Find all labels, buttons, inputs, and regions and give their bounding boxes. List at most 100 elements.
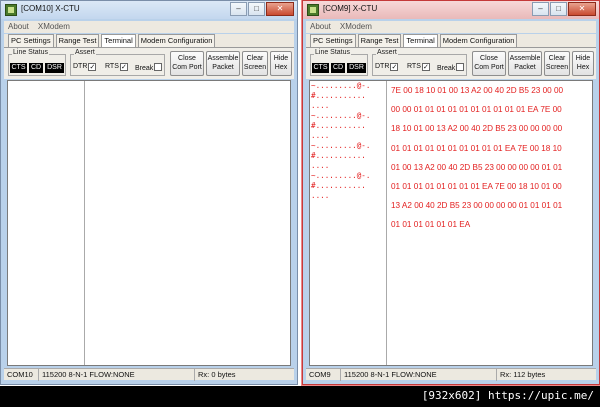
desktop: [COM10] X-CTU – □ ✕ About XModem PC Sett… <box>0 0 600 407</box>
break-box <box>456 63 465 71</box>
menu-bar: About XModem <box>306 21 596 33</box>
cd-indicator: CD <box>29 63 43 73</box>
xctu-window-com10: [COM10] X-CTU – □ ✕ About XModem PC Sett… <box>0 0 298 385</box>
tab-modem-configuration[interactable]: Modem Configuration <box>137 34 216 47</box>
xctu-window-com9: [COM9] X-CTU – □ ✕ About XModem PC Setti… <box>302 0 600 385</box>
assert-label: Assert <box>74 49 96 56</box>
menu-xmodem[interactable]: XModem <box>38 21 70 33</box>
rts-checkbox[interactable]: RTS ✓ <box>407 63 430 71</box>
status-bar: COM10 115200 8-N-1 FLOW:NONE Rx: 0 bytes <box>4 368 296 381</box>
ascii-line: #........... <box>311 181 366 190</box>
tab-pc-settings[interactable]: PC Settings <box>8 34 54 47</box>
dsr-indicator: DSR <box>45 63 64 73</box>
terminal-area[interactable] <box>7 80 291 366</box>
cts-indicator: CTS <box>10 63 27 73</box>
maximize-button[interactable]: □ <box>550 2 567 16</box>
dtr-label: DTR <box>375 63 390 70</box>
assemble-packet-button[interactable]: Assemble Packet <box>206 51 240 76</box>
maximize-button[interactable]: □ <box>248 2 265 16</box>
break-checkbox[interactable]: Break <box>135 63 163 72</box>
title-bar[interactable]: [COM10] X-CTU – □ ✕ <box>1 1 297 19</box>
ascii-line: #........... <box>311 151 366 160</box>
line-status-group: Line Status CTS CD DSR <box>310 49 368 76</box>
close-button[interactable]: ✕ <box>266 2 294 16</box>
rts-check-icon: ✓ <box>421 63 430 71</box>
dtr-check-icon: ✓ <box>88 63 97 71</box>
tab-range-test[interactable]: Range Test <box>55 34 100 47</box>
rts-label: RTS <box>105 63 119 70</box>
ascii-line: .... <box>311 101 330 110</box>
image-caption-bar: [932x602] https://upic.me/ <box>0 386 600 407</box>
break-label: Break <box>437 65 456 72</box>
status-settings: 115200 8-N-1 FLOW:NONE <box>38 369 194 381</box>
xctu-app-icon <box>307 4 319 16</box>
hex-line: 01 00 13 A2 00 40 2D B5 23 00 00 00 00 0… <box>391 162 563 172</box>
minimize-button[interactable]: – <box>230 2 247 16</box>
assert-group: Assert DTR ✓ RTS ✓ Break <box>70 49 165 76</box>
assert-label: Assert <box>376 49 398 56</box>
menu-about[interactable]: About <box>8 21 29 33</box>
cd-indicator: CD <box>331 63 345 73</box>
close-com-port-button[interactable]: Close Com Port <box>472 51 506 76</box>
window-title: [COM9] X-CTU <box>323 4 378 13</box>
close-button[interactable]: ✕ <box>568 2 596 16</box>
hide-hex-button[interactable]: Hide Hex <box>270 51 292 76</box>
dtr-checkbox[interactable]: DTR ✓ <box>375 63 399 71</box>
status-rx: Rx: 112 bytes <box>496 369 598 381</box>
break-label: Break <box>135 65 154 72</box>
hex-line: 01 01 01 01 01 01 EA <box>391 220 471 230</box>
caption-buttons: – □ ✕ <box>230 2 294 16</box>
assert-group: Assert DTR ✓ RTS ✓ Break <box>372 49 467 76</box>
dtr-label: DTR <box>73 63 88 70</box>
close-com-port-button[interactable]: Close Com Port <box>170 51 204 76</box>
ascii-pane[interactable] <box>8 81 85 365</box>
break-checkbox[interactable]: Break <box>437 63 465 72</box>
terminal-area[interactable]: ~.........@-. #........... .... ~.......… <box>309 80 593 366</box>
caption-buttons: – □ ✕ <box>532 2 596 16</box>
menu-about[interactable]: About <box>310 21 331 33</box>
hide-hex-button[interactable]: Hide Hex <box>572 51 594 76</box>
dtr-check-icon: ✓ <box>390 63 399 71</box>
ascii-pane[interactable]: ~.........@-. #........... .... ~.......… <box>310 81 387 365</box>
ascii-line: ~.........@-. <box>311 171 371 180</box>
hex-line: 7E 00 18 10 01 00 13 A2 00 40 2D B5 23 0… <box>391 86 564 95</box>
terminal-toolbar: Line Status CTS CD DSR Assert DTR ✓ RTS ✓ … <box>4 47 294 79</box>
tab-terminal[interactable]: Terminal <box>403 34 438 47</box>
rts-checkbox[interactable]: RTS ✓ <box>105 63 128 71</box>
ascii-line: .... <box>311 191 330 200</box>
xctu-app-icon <box>5 4 17 16</box>
title-bar[interactable]: [COM9] X-CTU – □ ✕ <box>303 1 599 19</box>
cts-indicator: CTS <box>312 63 329 73</box>
clear-screen-button[interactable]: Clear Screen <box>242 51 268 76</box>
hex-line: 18 10 01 00 13 A2 00 40 2D B5 23 00 00 0… <box>391 124 563 134</box>
tab-range-test[interactable]: Range Test <box>357 34 402 47</box>
window-title: [COM10] X-CTU <box>21 4 80 13</box>
hex-pane[interactable]: 7E 00 18 10 01 00 13 A2 00 40 2D B5 23 0… <box>389 81 592 365</box>
tab-pc-settings[interactable]: PC Settings <box>310 34 356 47</box>
dtr-checkbox[interactable]: DTR ✓ <box>73 63 97 71</box>
hex-line: 00 00 01 01 01 01 01 01 01 01 01 01 EA 7… <box>391 105 562 115</box>
status-settings: 115200 8-N-1 FLOW:NONE <box>340 369 496 381</box>
image-caption: [932x602] https://upic.me/ <box>421 389 594 402</box>
status-port: COM10 <box>7 370 33 379</box>
status-rx: Rx: 0 bytes <box>194 369 296 381</box>
dsr-indicator: DSR <box>347 63 366 73</box>
hex-line: 01 01 01 01 01 01 01 01 01 01 EA 7E 00 1… <box>391 143 562 153</box>
tab-modem-configuration[interactable]: Modem Configuration <box>439 34 518 47</box>
menu-bar: About XModem <box>4 21 294 33</box>
line-status-label: Line Status <box>314 49 352 56</box>
tab-strip: PC Settings Range Test Terminal Modem Co… <box>4 34 294 47</box>
ascii-line: ~.........@-. <box>311 141 371 150</box>
rts-label: RTS <box>407 63 421 70</box>
menu-xmodem[interactable]: XModem <box>340 21 372 33</box>
assemble-packet-button[interactable]: Assemble Packet <box>508 51 542 76</box>
terminal-toolbar: Line Status CTS CD DSR Assert DTR ✓ RTS ✓ … <box>306 47 596 79</box>
minimize-button[interactable]: – <box>532 2 549 16</box>
ascii-line: ~.........@-. <box>311 81 371 90</box>
clear-screen-button[interactable]: Clear Screen <box>544 51 570 76</box>
ascii-line: #........... <box>311 91 366 100</box>
tab-terminal[interactable]: Terminal <box>101 34 136 47</box>
rts-check-icon: ✓ <box>119 63 128 71</box>
hex-pane[interactable] <box>87 81 290 365</box>
status-bar: COM9 115200 8-N-1 FLOW:NONE Rx: 112 byte… <box>306 368 598 381</box>
